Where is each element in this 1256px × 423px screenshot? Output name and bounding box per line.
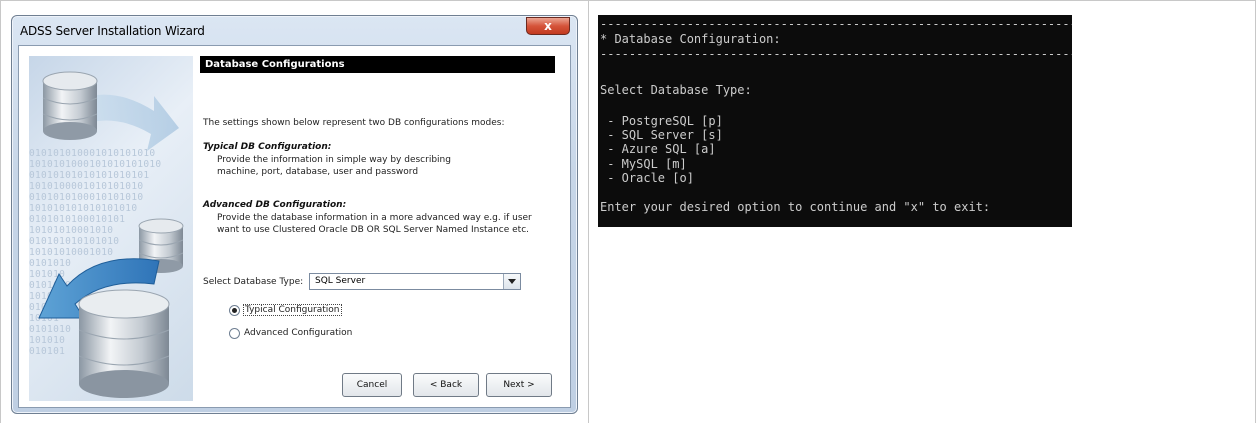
installation-wizard-window: ADSS Server Installation Wizard x 010101… [11,15,578,414]
wizard-banner-image: 010101010001010101010 101010100010101010… [29,56,193,401]
database-type-select[interactable]: SQL Server [309,273,521,290]
table-border-top [0,0,1256,1]
database-type-label: Select Database Type: [203,277,304,287]
chevron-down-icon[interactable] [503,274,520,289]
cancel-button[interactable]: Cancel [342,373,402,397]
advanced-config-radio[interactable] [229,328,240,339]
page-header: Database Configurations [200,56,555,73]
typical-config-label[interactable]: Typical Configuration [243,304,342,316]
console-separator-bottom: ----------------------------------------… [600,47,1072,61]
database-icon-large [78,289,170,398]
typical-config-radio[interactable] [229,305,240,316]
database-type-value: SQL Server [315,276,366,286]
console-input-prompt[interactable]: Enter your desired option to continue an… [600,201,990,213]
close-button[interactable]: x [526,17,570,35]
console-option: - SQL Server [s] [600,128,723,142]
typical-desc-line2: machine, port, database, user and passwo… [217,167,419,177]
advanced-heading: Advanced DB Configuration: [203,200,347,210]
database-icon-top [42,71,98,140]
console-title: * Database Configuration: [600,32,781,46]
table-border-left [0,0,1,423]
next-button[interactable]: Next > [486,373,552,397]
window-titlebar[interactable]: ADSS Server Installation Wizard x [12,16,577,46]
console-separator-top: ----------------------------------------… [600,17,1072,31]
advanced-config-label[interactable]: Advanced Configuration [244,328,352,338]
console-option: - MySQL [m] [600,157,687,171]
typical-config-text: Typical Configuration [243,304,342,316]
database-illustration [38,71,184,398]
intro-text: The settings shown below represent two D… [203,118,505,128]
close-icon: x [544,19,552,33]
console-option: - PostgreSQL [p] [600,114,723,128]
wizard-client-area: 010101010001010101010 101010100010101010… [18,45,571,408]
typical-heading: Typical DB Configuration: [203,142,332,152]
window-title: ADSS Server Installation Wizard [20,24,205,38]
advanced-desc-line2: want to use Clustered Oracle DB OR SQL S… [217,225,530,235]
console-window[interactable]: ----------------------------------------… [598,15,1072,227]
console-option: - Azure SQL [a] [600,142,716,156]
typical-desc-line1: Provide the information in simple way by… [217,155,451,165]
console-option: - Oracle [o] [600,171,694,185]
table-border-middle [588,0,589,423]
advanced-desc-line1: Provide the database information in a mo… [217,213,532,223]
back-button[interactable]: < Back [413,373,479,397]
console-prompt-heading: Select Database Type: [600,83,752,97]
